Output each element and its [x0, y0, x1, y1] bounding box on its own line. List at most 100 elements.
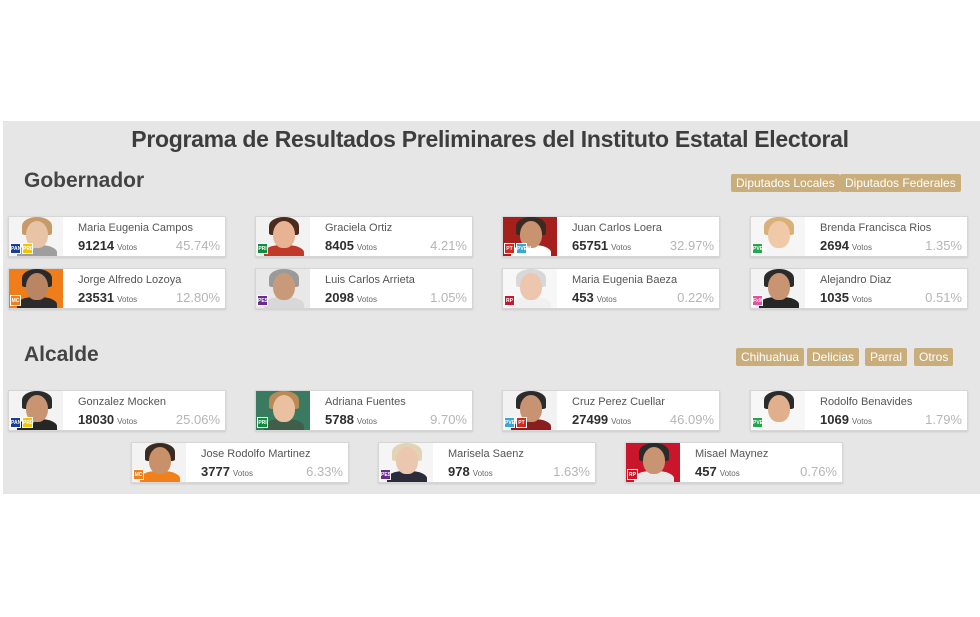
candidate-name: Jose Rodolfo Martinez — [201, 448, 311, 460]
vote-number: 27499 — [572, 412, 609, 427]
votes-label: Votos — [356, 295, 377, 304]
vote-number: 91214 — [78, 238, 115, 253]
vote-percentage: 0.76% — [800, 464, 837, 479]
votes-label: Votos — [356, 417, 377, 426]
party-logo-icon: PVEM — [504, 417, 519, 428]
candidate-photo: RP — [626, 443, 680, 482]
vote-number: 2098 — [325, 290, 354, 305]
candidate-card[interactable]: PRI Graciela Ortiz 8405 Votos 4.21% — [255, 216, 473, 257]
link-diputados-locales[interactable]: Diputados Locales — [731, 174, 840, 192]
vote-number: 23531 — [78, 290, 115, 305]
candidate-card[interactable]: PAN PRD Gonzalez Mocken 18030 Votos 25.06% — [8, 390, 226, 431]
candidate-card[interactable]: RP Misael Maynez 457 Votos 0.76% — [625, 442, 843, 483]
party-logo-icon: PVEM — [752, 243, 767, 254]
candidate-name: Cruz Perez Cuellar — [572, 396, 665, 408]
candidate-photo: RP — [503, 269, 557, 308]
candidate-card[interactable]: PT PVEM Juan Carlos Loera 65751 Votos 32.97% — [502, 216, 720, 257]
candidate-card[interactable]: PES Marisela Saenz 978 Votos 1.63% — [378, 442, 596, 483]
party-logo-icon: PRD — [22, 243, 34, 254]
link-otros[interactable]: Otros — [914, 348, 954, 366]
page-title: Programa de Resultados Preliminares del … — [131, 126, 849, 152]
votes-label: Votos — [851, 417, 872, 426]
vote-percentage: 1.05% — [430, 290, 467, 305]
vote-count: 91214 Votos — [78, 238, 137, 253]
party-logo-icon: PT — [504, 243, 515, 254]
party-logo-icon: PVEM — [516, 243, 531, 254]
candidate-card[interactable]: RP Maria Eugenia Baeza 453 Votos 0.22% — [502, 268, 720, 309]
candidate-photo: PES — [256, 269, 310, 308]
votes-label: Votos — [851, 295, 872, 304]
link-diputados-federales[interactable]: Diputados Federales — [840, 174, 961, 192]
candidate-photo: PAN PRD — [9, 217, 63, 256]
party-logo-icon: PRD — [22, 417, 34, 428]
vote-count: 978 Votos — [448, 464, 493, 479]
candidate-photo: PT PVEM — [503, 217, 557, 256]
votes-label: Votos — [719, 469, 740, 478]
votes-label: Votos — [117, 243, 138, 252]
candidate-card[interactable]: MC Jorge Alfredo Lozoya 23531 Votos 12.80% — [8, 268, 226, 309]
vote-number: 5788 — [325, 412, 354, 427]
candidate-name: Luis Carlos Arrieta — [325, 274, 415, 286]
candidate-card[interactable]: FxM Alejandro Diaz 1035 Votos 0.51% — [750, 268, 968, 309]
vote-count: 27499 Votos — [572, 412, 631, 427]
party-logo-icon: PVEM — [752, 417, 767, 428]
votes-label: Votos — [596, 295, 617, 304]
candidate-card[interactable]: MC Jose Rodolfo Martinez 3777 Votos 6.33% — [131, 442, 349, 483]
vote-percentage: 1.35% — [925, 238, 962, 253]
candidate-name: Alejandro Diaz — [820, 274, 892, 286]
candidate-card[interactable]: PRI Adriana Fuentes 5788 Votos 9.70% — [255, 390, 473, 431]
link-parral[interactable]: Parral — [865, 348, 908, 366]
candidate-photo: PAN PRD — [9, 391, 63, 430]
candidate-card[interactable]: PAN PRD Maria Eugenia Campos 91214 Votos 45.7… — [8, 216, 226, 257]
vote-number: 1069 — [820, 412, 849, 427]
party-logo-icon: MC — [10, 295, 21, 306]
candidate-name: Brenda Francisca Rios — [820, 222, 932, 234]
party-logo-icon: PRI — [257, 243, 268, 254]
vote-percentage: 32.97% — [669, 238, 714, 253]
vote-count: 3777 Votos — [201, 464, 253, 479]
link-delicias[interactable]: Delicias — [807, 348, 860, 366]
candidate-name: Jorge Alfredo Lozoya — [78, 274, 182, 286]
vote-number: 2694 — [820, 238, 849, 253]
vote-number: 978 — [448, 464, 470, 479]
vote-count: 2694 Votos — [820, 238, 872, 253]
vote-number: 18030 — [78, 412, 115, 427]
party-logo-icon: PAN — [10, 417, 21, 428]
vote-count: 453 Votos — [572, 290, 617, 305]
vote-percentage: 12.80% — [175, 290, 220, 305]
candidate-photo: MC — [132, 443, 186, 482]
vote-percentage: 9.70% — [430, 412, 467, 427]
vote-percentage: 45.74% — [175, 238, 220, 253]
candidate-card[interactable]: PVEM Brenda Francisca Rios 2694 Votos 1.35% — [750, 216, 968, 257]
vote-percentage: 0.22% — [677, 290, 714, 305]
section-title-alcalde: Alcalde — [24, 343, 99, 366]
vote-number: 457 — [695, 464, 717, 479]
party-logo-icon: PES — [257, 295, 268, 306]
candidate-card[interactable]: PVEM Rodolfo Benavides 1069 Votos 1.79% — [750, 390, 968, 431]
candidate-name: Adriana Fuentes — [325, 396, 406, 408]
vote-percentage: 46.09% — [669, 412, 714, 427]
candidate-name: Maria Eugenia Campos — [78, 222, 193, 234]
party-logo-icon: MC — [133, 469, 144, 480]
candidate-name: Marisela Saenz — [448, 448, 524, 460]
votes-label: Votos — [117, 417, 138, 426]
vote-percentage: 0.51% — [925, 290, 962, 305]
candidate-name: Rodolfo Benavides — [820, 396, 913, 408]
candidate-card[interactable]: PES Luis Carlos Arrieta 2098 Votos 1.05% — [255, 268, 473, 309]
candidate-photo: MC — [9, 269, 63, 308]
link-chihuahua[interactable]: Chihuahua — [736, 348, 805, 366]
candidate-name: Juan Carlos Loera — [572, 222, 662, 234]
votes-label: Votos — [117, 295, 138, 304]
candidate-card[interactable]: PVEM PT Cruz Perez Cuellar 27499 Votos 46.09% — [502, 390, 720, 431]
section-title-gobernador: Gobernador — [24, 169, 145, 192]
vote-count: 2098 Votos — [325, 290, 377, 305]
vote-percentage: 1.63% — [553, 464, 590, 479]
party-logo-icon: PES — [380, 469, 391, 480]
vote-count: 65751 Votos — [572, 238, 631, 253]
vote-percentage: 25.06% — [175, 412, 220, 427]
candidate-name: Maria Eugenia Baeza — [572, 274, 678, 286]
vote-count: 18030 Votos — [78, 412, 137, 427]
candidate-photo: PES — [379, 443, 433, 482]
candidate-photo: PVEM PT — [503, 391, 557, 430]
party-logo-icon: RP — [627, 469, 638, 480]
